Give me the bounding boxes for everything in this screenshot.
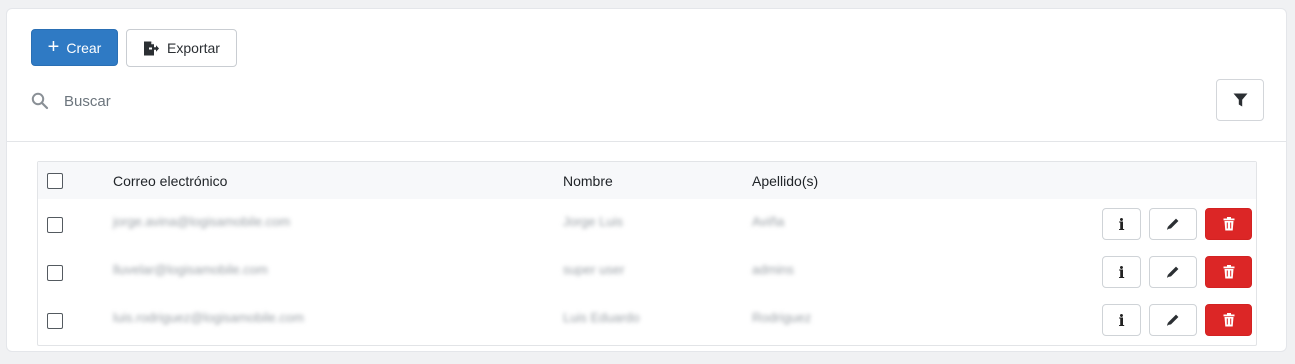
pencil-icon xyxy=(1167,266,1179,278)
search-icon xyxy=(31,92,49,110)
info-icon: i xyxy=(1118,262,1125,282)
edit-button[interactable] xyxy=(1149,208,1197,240)
filter-button[interactable] xyxy=(1216,79,1264,121)
divider xyxy=(7,141,1286,142)
pencil-icon xyxy=(1167,314,1179,326)
trash-icon xyxy=(1223,313,1234,327)
users-table: Correo electrónico Nombre Apellido(s) jo… xyxy=(37,161,1257,346)
delete-button[interactable] xyxy=(1205,256,1252,288)
users-card: + Crear Exportar Correo electrónico Nomb… xyxy=(6,8,1287,352)
info-button[interactable]: i xyxy=(1102,208,1141,240)
info-button[interactable]: i xyxy=(1102,304,1141,336)
info-icon: i xyxy=(1118,214,1125,234)
table-row: lluvelar@logisamobile.com super user adm… xyxy=(38,247,1256,295)
plus-icon: + xyxy=(47,35,60,58)
trash-icon xyxy=(1223,217,1234,231)
create-button-label: Crear xyxy=(66,39,102,56)
info-icon: i xyxy=(1118,310,1125,330)
row-apellidos: admins xyxy=(752,262,794,277)
export-button[interactable]: Exportar xyxy=(126,29,237,67)
row-checkbox[interactable] xyxy=(47,313,63,329)
table-header: Correo electrónico Nombre Apellido(s) xyxy=(38,162,1256,199)
column-header-email[interactable]: Correo electrónico xyxy=(113,173,227,189)
row-checkbox[interactable] xyxy=(47,217,63,233)
pencil-icon xyxy=(1167,218,1179,230)
column-header-nombre[interactable]: Nombre xyxy=(563,173,613,189)
column-header-apellidos[interactable]: Apellido(s) xyxy=(752,173,818,189)
row-email: luis.rodriguez@logisamobile.com xyxy=(113,310,304,325)
row-apellidos: Aviña xyxy=(752,214,785,229)
row-apellidos: Rodriguez xyxy=(752,310,812,325)
edit-button[interactable] xyxy=(1149,304,1197,336)
select-all-checkbox[interactable] xyxy=(47,173,63,189)
create-button[interactable]: + Crear xyxy=(31,29,118,66)
search-bar xyxy=(31,89,631,113)
file-export-icon xyxy=(144,41,160,55)
row-nombre: Jorge Luis xyxy=(563,214,623,229)
row-nombre: Luis Eduardo xyxy=(563,310,640,325)
filter-icon xyxy=(1233,93,1247,107)
info-button[interactable]: i xyxy=(1102,256,1141,288)
edit-button[interactable] xyxy=(1149,256,1197,288)
row-checkbox[interactable] xyxy=(47,265,63,281)
export-button-label: Exportar xyxy=(167,40,220,56)
delete-button[interactable] xyxy=(1205,304,1252,336)
row-nombre: super user xyxy=(563,262,625,277)
search-input[interactable] xyxy=(64,92,464,110)
row-email: lluvelar@logisamobile.com xyxy=(113,262,268,277)
delete-button[interactable] xyxy=(1205,208,1252,240)
trash-icon xyxy=(1223,265,1234,279)
table-row: luis.rodriguez@logisamobile.com Luis Edu… xyxy=(38,295,1256,343)
table-row: jorge.avina@logisamobile.com Jorge Luis … xyxy=(38,199,1256,247)
row-email: jorge.avina@logisamobile.com xyxy=(113,214,291,229)
